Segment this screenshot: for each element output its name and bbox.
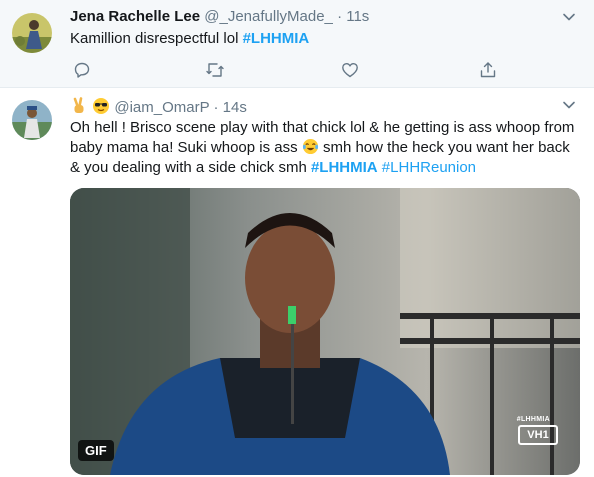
user-handle[interactable]: @iam_OmarP: [114, 99, 209, 116]
retweet-icon: [206, 63, 224, 77]
tweet-header: Jena Rachelle Lee @_JenafullyMade_ · 11s: [70, 7, 369, 27]
separator-dot: ·: [213, 99, 219, 116]
timestamp[interactable]: 14s: [223, 99, 247, 116]
avatar[interactable]: [12, 100, 52, 140]
tweet-header: @iam_OmarP · 14s: [70, 97, 247, 118]
retweet-button[interactable]: [203, 58, 227, 82]
tweet-text-body: Kamillion disrespectful lol: [70, 30, 243, 47]
victory-hand-emoji: [73, 97, 84, 113]
hashtag-link[interactable]: #LHHMIA: [311, 159, 378, 176]
sunglasses-emoji: [93, 98, 110, 114]
share-button[interactable]: [476, 58, 500, 82]
tweet-1[interactable]: Jena Rachelle Lee @_JenafullyMade_ · 11s…: [0, 0, 594, 88]
hashtag-link[interactable]: #LHHReunion: [382, 159, 476, 176]
like-icon: [342, 63, 358, 78]
hashtag-link[interactable]: #LHHMIA: [243, 30, 310, 47]
gif-media[interactable]: GIF #LHHMIA VH1: [70, 188, 580, 475]
chevron-down-icon[interactable]: [562, 98, 576, 112]
reply-icon: [74, 62, 90, 78]
reply-button[interactable]: [70, 58, 94, 82]
network-hashtag-watermark: #LHHMIA: [516, 416, 550, 423]
vh1-logo: VH1: [518, 425, 558, 445]
tears-of-joy-emoji: [302, 138, 318, 155]
action-bar: [70, 58, 510, 82]
chevron-down-icon[interactable]: [562, 10, 576, 24]
display-name[interactable]: Jena Rachelle Lee: [70, 8, 200, 25]
share-icon: [480, 62, 496, 78]
timestamp[interactable]: 11s: [346, 8, 369, 25]
tweet-text: Kamillion disrespectful lol #LHHMIA: [70, 29, 570, 49]
tweet-text: Oh hell ! Brisco scene play with that ch…: [70, 118, 580, 178]
avatar[interactable]: [12, 13, 52, 53]
like-button[interactable]: [338, 58, 362, 82]
separator-dot: ·: [337, 8, 343, 25]
gif-badge: GIF: [78, 440, 114, 461]
user-handle[interactable]: @_JenafullyMade_: [204, 8, 333, 25]
gif-frame: [70, 188, 580, 475]
tweet-2[interactable]: @iam_OmarP · 14s Oh hell ! Brisco scene …: [0, 88, 594, 477]
